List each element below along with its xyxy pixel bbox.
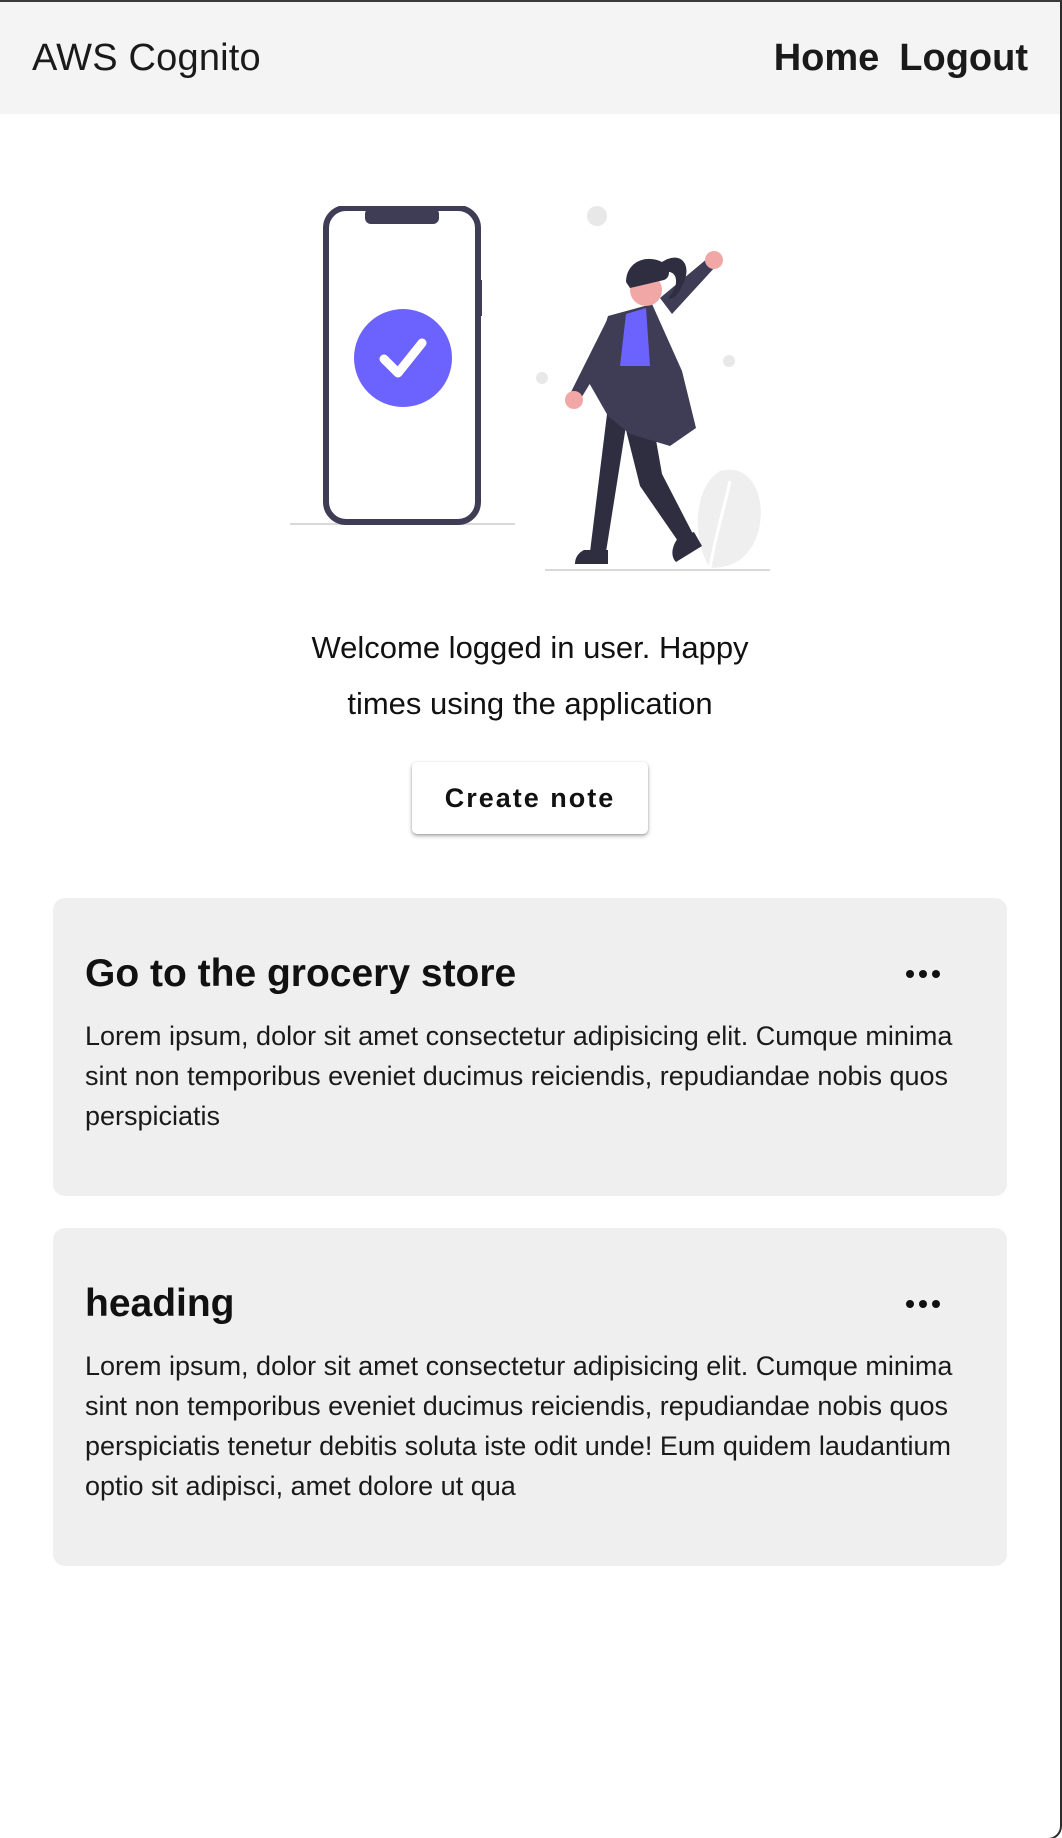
more-horizontal-icon[interactable]: [893, 954, 953, 994]
note-title: heading: [85, 1282, 235, 1325]
note-card: Go to the grocery store Lorem ipsum, dol…: [53, 898, 1007, 1196]
more-horizontal-icon[interactable]: [893, 1284, 953, 1324]
create-note-button[interactable]: Create note: [412, 762, 648, 834]
note-card: heading Lorem ipsum, dolor sit amet cons…: [53, 1228, 1007, 1566]
more-horizontal-icon-svg: [906, 1300, 940, 1308]
nav-links: Home Logout: [774, 37, 1028, 80]
hero-illustration: [0, 206, 1060, 582]
notes-list: Go to the grocery store Lorem ipsum, dol…: [53, 898, 1007, 1566]
plant-icon: [697, 469, 761, 569]
welcome-message: Welcome logged in user. Happy times usin…: [311, 630, 749, 721]
hero-illustration-svg: [290, 206, 770, 571]
app-window: AWS Cognito Home Logout Welcome logged i…: [0, 0, 1062, 1838]
phone-icon: [323, 206, 482, 525]
brand-title[interactable]: AWS Cognito: [32, 37, 261, 80]
create-note-wrapper: Create note: [0, 762, 1060, 834]
nav-logout-link[interactable]: Logout: [899, 37, 1028, 80]
note-body: Lorem ipsum, dolor sit amet consectetur …: [85, 1351, 953, 1501]
navbar: AWS Cognito Home Logout: [0, 2, 1060, 114]
note-header: heading: [85, 1282, 975, 1326]
note-title: Go to the grocery store: [85, 952, 517, 995]
note-header: Go to the grocery store: [85, 952, 975, 996]
note-body: Lorem ipsum, dolor sit amet consectetur …: [85, 1021, 953, 1131]
more-horizontal-icon-svg: [906, 970, 940, 978]
nav-home-link[interactable]: Home: [774, 37, 880, 80]
